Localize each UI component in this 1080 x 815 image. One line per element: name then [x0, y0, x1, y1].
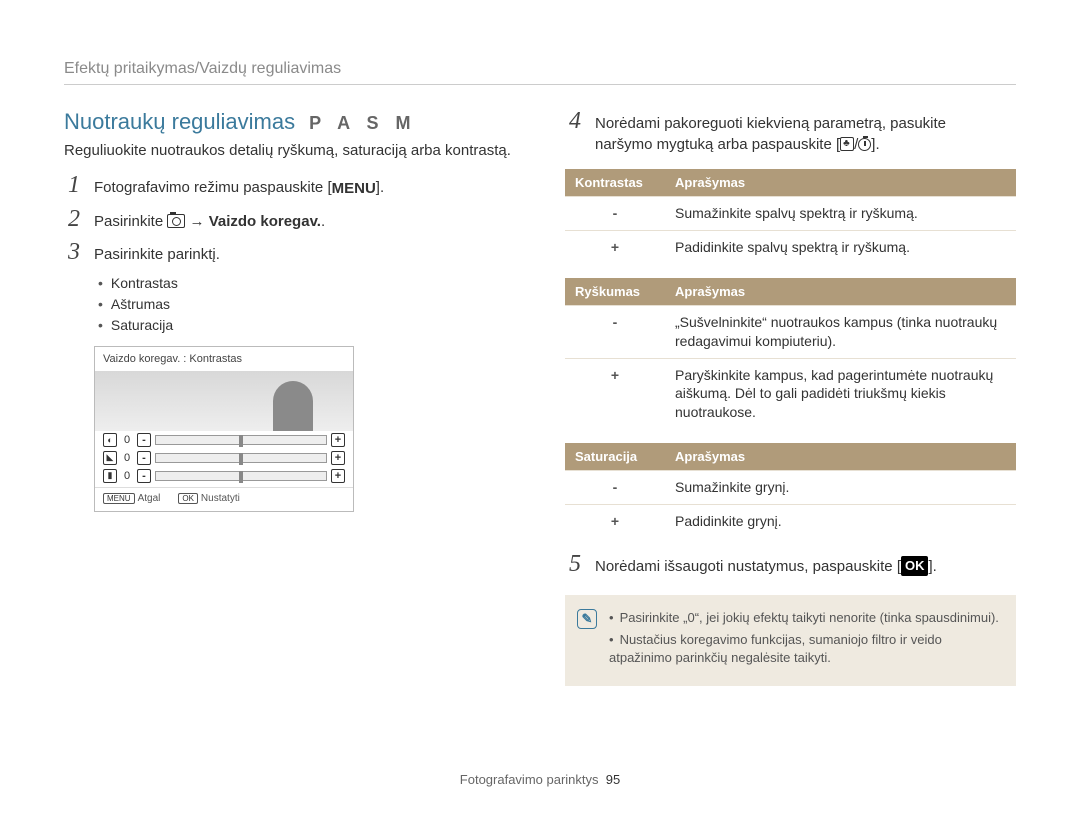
step-3-text: Pasirinkite parinktį. — [94, 240, 220, 265]
plus-button[interactable]: + — [331, 451, 345, 465]
table-saturation: SaturacijaAprašymas -Sumažinkite grynį. … — [565, 443, 1016, 538]
note-item: Pasirinkite „0“, jei jokių efektų taikyt… — [609, 609, 1000, 627]
step-number-5: 5 — [565, 552, 585, 576]
slider-bar[interactable] — [155, 453, 327, 463]
sat-icon: ▮ — [103, 469, 117, 483]
minus-button[interactable]: - — [137, 469, 151, 483]
slider-sharpness: ◣ 0 - + — [95, 449, 353, 467]
plus-button[interactable]: + — [331, 469, 345, 483]
bullet-item: Aštrumas — [98, 294, 515, 315]
note-item: Nustačius koregavimo funkcijas, sumanioj… — [609, 631, 1000, 667]
slider-bar[interactable] — [155, 435, 327, 445]
left-column: Nuotraukų reguliavimas P A S M Reguliuok… — [64, 109, 515, 686]
back-control[interactable]: MENUAtgal — [103, 493, 160, 504]
plus-button[interactable]: + — [331, 433, 345, 447]
reset-control[interactable]: OKNustatyti — [178, 493, 239, 504]
minus-button[interactable]: - — [137, 451, 151, 465]
note-icon: ✎ — [577, 609, 597, 629]
slider-contrast: ◐ 0 - + — [95, 431, 353, 449]
menu-button-label: MENU — [332, 178, 376, 199]
macro-icon — [840, 137, 854, 151]
timer-icon — [858, 138, 871, 151]
page-footer: Fotografavimo parinktys 95 — [0, 772, 1080, 787]
step-5-text: Norėdami išsaugoti nustatymus, paspauski… — [595, 552, 937, 577]
step-number-4: 4 — [565, 109, 585, 133]
mode-badges: P A S M — [309, 113, 416, 134]
step-number-2: 2 — [64, 207, 84, 231]
step-number-3: 3 — [64, 240, 84, 264]
bullet-item: Saturacija — [98, 315, 515, 336]
option-bullets: Kontrastas Aštrumas Saturacija — [98, 273, 515, 336]
sharp-icon: ◣ — [103, 451, 117, 465]
slider-saturation: ▮ 0 - + — [95, 467, 353, 485]
minus-button[interactable]: - — [137, 433, 151, 447]
section-title: Nuotraukų reguliavimas — [64, 109, 295, 135]
contrast-icon: ◐ — [103, 433, 117, 447]
intro-text: Reguliuokite nuotraukos detalių ryškumą,… — [64, 141, 515, 161]
table-sharpness: RyškumasAprašymas -„Sušvelninkite“ nuotr… — [565, 278, 1016, 429]
breadcrumb-header: Efektų pritaikymas/Vaizdų reguliavimas — [64, 60, 1016, 85]
step-number-1: 1 — [64, 173, 84, 197]
table-contrast: KontrastasAprašymas -Sumažinkite spalvų … — [565, 169, 1016, 264]
slider-bar[interactable] — [155, 471, 327, 481]
step-2-text: Pasirinkite → Vaizdo koregav.. — [94, 207, 325, 232]
camera-icon — [167, 214, 185, 228]
bullet-item: Kontrastas — [98, 273, 515, 294]
step-4-text: Norėdami pakoreguoti kiekvieną parametrą… — [595, 109, 946, 155]
panel-title: Vaizdo koregav. : Kontrastas — [95, 347, 353, 371]
right-column: 4 Norėdami pakoreguoti kiekvieną paramet… — [565, 109, 1016, 686]
note-box: ✎ Pasirinkite „0“, jei jokių efektų taik… — [565, 595, 1016, 686]
panel-photo — [95, 371, 353, 431]
ok-button-label: OK — [901, 556, 929, 576]
camera-preview-panel: Vaizdo koregav. : Kontrastas ◐ 0 - + ◣ 0… — [94, 346, 354, 512]
step-1-text: Fotografavimo režimu paspauskite [MENU]. — [94, 173, 384, 199]
